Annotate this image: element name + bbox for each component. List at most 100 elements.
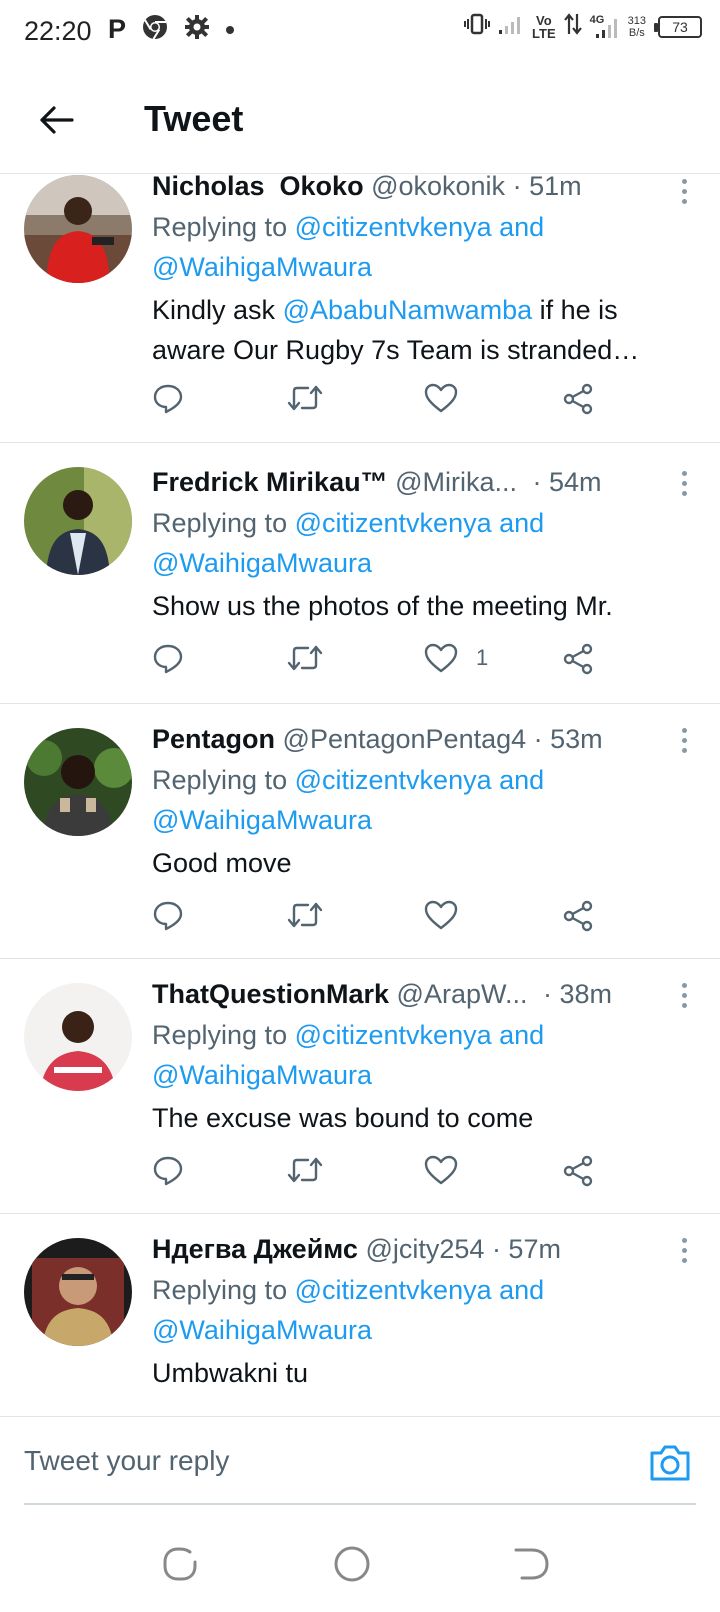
reply-tweet[interactable]: Nicholas Okoko @okokonik · 51m Replying … (0, 175, 720, 443)
reply-tweet[interactable]: ThatQuestionMark @ArapW... · 38m Replyin… (0, 959, 720, 1214)
share-button[interactable] (562, 643, 594, 675)
mention-link[interactable]: @WaihigaMwaura (152, 805, 372, 835)
heart-icon (424, 643, 458, 673)
reply-button[interactable] (152, 900, 184, 932)
retweet-button[interactable] (286, 643, 324, 673)
like-button[interactable] (424, 383, 476, 413)
mention-link[interactable]: @citizentvkenya (295, 508, 492, 538)
like-button[interactable] (424, 1155, 476, 1185)
like-button[interactable]: 1 (424, 643, 488, 673)
replying-and[interactable]: and (499, 1020, 544, 1050)
tweet-text: Good move (152, 848, 292, 878)
author-name[interactable]: Ндегва Джеймс (152, 1234, 358, 1264)
more-options-icon[interactable] (678, 1238, 690, 1263)
author-name[interactable]: Pentagon (152, 724, 275, 754)
vibrate-icon (464, 12, 491, 41)
mention-link[interactable]: @WaihigaMwaura (152, 1315, 372, 1345)
share-button[interactable] (562, 1155, 594, 1187)
status-right-icons: Vo LTE 4G 313 B/s 73 (464, 12, 702, 41)
arrow-left-icon (40, 106, 74, 134)
camera-button[interactable] (648, 1443, 692, 1483)
replying-and[interactable]: and (499, 508, 544, 538)
mention-link[interactable]: @WaihigaMwaura (152, 1060, 372, 1090)
avatar[interactable] (24, 175, 132, 283)
more-options-icon[interactable] (678, 983, 690, 1008)
reply-input[interactable]: Tweet your reply (24, 1445, 229, 1477)
author-name[interactable]: Nicholas Okoko (152, 175, 364, 201)
mention-link[interactable]: @WaihigaMwaura (152, 548, 372, 578)
share-icon (563, 643, 593, 675)
reply-tweet[interactable]: Fredrick Mirikau™ @Mirika... · 54m Reply… (0, 443, 720, 704)
avatar[interactable] (24, 467, 132, 575)
share-icon (563, 900, 593, 932)
status-time: 22:20 (24, 16, 92, 46)
network-speed: 313 B/s (627, 14, 646, 39)
avatar[interactable] (24, 728, 132, 836)
author-handle[interactable]: @ArapW... (397, 979, 528, 1009)
avatar[interactable] (24, 1238, 132, 1346)
replying-to: Replying to @citizentvkenya and @Waihiga… (152, 503, 696, 583)
tweet-header: Pentagon @PentagonPentag4 · 53m (152, 722, 696, 756)
replies-feed[interactable]: Nicholas Okoko @okokonik · 51m Replying … (0, 175, 720, 1415)
more-options-icon[interactable] (678, 728, 690, 753)
mention-link[interactable]: @WaihigaMwaura (152, 252, 372, 282)
tweet-body: Fredrick Mirikau™ @Mirika... · 54m Reply… (152, 465, 696, 626)
back-nav-button[interactable] (512, 1544, 552, 1584)
author-handle[interactable]: @PentagonPentag4 (283, 724, 527, 754)
author-handle[interactable]: @jcity254 (365, 1234, 484, 1264)
reply-input-underline (24, 1503, 696, 1505)
author-handle[interactable]: @okokonik (371, 175, 505, 201)
share-icon (563, 1155, 593, 1187)
data-arrows-icon (563, 12, 582, 41)
gear-icon (184, 14, 210, 45)
camera-icon (650, 1445, 690, 1481)
tweet-text: The excuse was bound to come (152, 1103, 534, 1133)
tweet-body: Nicholas Okoko @okokonik · 51m Replying … (152, 175, 696, 370)
retweet-button[interactable] (286, 900, 324, 930)
share-button[interactable] (562, 900, 594, 932)
battery-indicator: 73 (654, 15, 702, 38)
tweet-header: Nicholas Okoko @okokonik · 51m (152, 175, 696, 203)
author-name[interactable]: Fredrick Mirikau™ (152, 467, 388, 497)
mention-link[interactable]: @citizentvkenya (295, 1020, 492, 1050)
mention-link[interactable]: @citizentvkenya (295, 212, 492, 242)
replying-and[interactable]: and (499, 765, 544, 795)
replying-and[interactable]: and (499, 212, 544, 242)
author-handle[interactable]: @Mirika... (395, 467, 517, 497)
reply-composer: Tweet your reply (0, 1416, 720, 1512)
retweet-icon (287, 645, 323, 671)
reply-button[interactable] (152, 1155, 184, 1187)
more-options-icon[interactable] (678, 471, 690, 496)
avatar[interactable] (24, 983, 132, 1091)
share-button[interactable] (562, 383, 594, 415)
back-nav-icon (514, 1548, 549, 1580)
retweet-button[interactable] (286, 383, 324, 413)
reply-tweet[interactable]: Pentagon @PentagonPentag4 · 53m Replying… (0, 704, 720, 959)
heart-icon (424, 900, 458, 930)
replying-and[interactable]: and (499, 1275, 544, 1305)
mention-link[interactable]: @AbabuNamwamba (283, 295, 533, 325)
reply-button[interactable] (152, 383, 184, 415)
replying-prefix: Replying to (152, 1275, 288, 1305)
back-button[interactable] (30, 94, 82, 146)
tweet-body: ThatQuestionMark @ArapW... · 38m Replyin… (152, 977, 696, 1138)
reply-icon (153, 384, 183, 414)
tweet-actions (152, 383, 612, 423)
tweet-time: · 53m (533, 724, 603, 754)
reply-tweet[interactable]: Ндегва Джеймс @jcity254 · 57m Replying t… (0, 1214, 720, 1415)
retweet-button[interactable] (286, 1155, 324, 1185)
tweet-body: Pentagon @PentagonPentag4 · 53m Replying… (152, 722, 696, 883)
mention-link[interactable]: @citizentvkenya (295, 765, 492, 795)
retweet-icon (287, 902, 323, 928)
home-button[interactable] (332, 1544, 372, 1584)
tweet-actions (152, 1155, 612, 1195)
reply-icon (153, 1156, 183, 1186)
mention-link[interactable]: @citizentvkenya (295, 1275, 492, 1305)
author-name[interactable]: ThatQuestionMark (152, 979, 389, 1009)
like-button[interactable] (424, 900, 476, 930)
tweet-text: Kindly ask @AbabuNamwamba if he is aware… (152, 290, 696, 370)
reply-button[interactable] (152, 643, 184, 675)
more-options-icon[interactable] (678, 179, 690, 204)
recents-button[interactable] (160, 1544, 200, 1584)
tweet-time: · 54m (532, 467, 602, 497)
